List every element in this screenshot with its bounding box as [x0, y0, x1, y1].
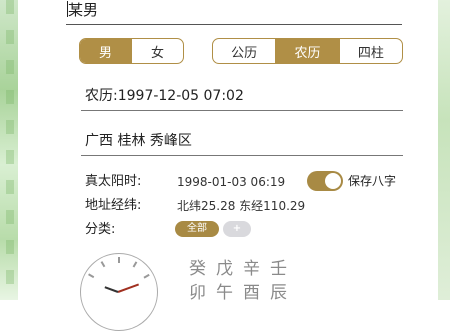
category-chip-all[interactable]: 全部 — [175, 221, 219, 237]
clock-tick — [88, 273, 95, 279]
calendar-option-solar[interactable]: 公历 — [213, 39, 277, 63]
birthplace-value: 广西 桂林 秀峰区 — [85, 133, 192, 149]
clock-tick — [143, 273, 150, 279]
category-label: 分类: — [85, 222, 116, 237]
gender-option-male[interactable]: 男 — [80, 39, 132, 63]
clock-tick — [118, 257, 120, 263]
bazi-stems-row: 癸戊辛壬 — [189, 258, 297, 280]
clock-dial — [80, 253, 158, 331]
calendar-option-lunar[interactable]: 农历 — [276, 39, 340, 63]
bazi-branches-row: 卯午酉辰 — [189, 282, 297, 304]
decorative-leaf-left — [0, 0, 18, 300]
save-bazi-toggle[interactable] — [307, 171, 343, 191]
coordinates-label: 地址经纬: — [85, 198, 142, 213]
lunar-date-value: 农历:1997-12-05 07:02 — [85, 88, 244, 104]
save-bazi-label: 保存八字 — [348, 174, 397, 188]
category-add-button[interactable]: + — [223, 221, 251, 237]
bazi-stem: 戊 — [216, 259, 233, 279]
true-solar-time-label: 真太阳时: — [85, 174, 142, 189]
gender-option-female[interactable]: 女 — [132, 39, 183, 63]
coordinates-value: 北纬25.28 东经110.29 — [177, 199, 306, 213]
true-solar-time-value: 1998-01-03 06:19 — [177, 175, 286, 189]
toggle-knob — [325, 173, 341, 189]
calendar-option-four-pillars[interactable]: 四柱 — [340, 39, 402, 63]
bazi-branch: 午 — [216, 283, 233, 303]
bazi-stem: 壬 — [270, 259, 287, 279]
decorative-leaf-right — [438, 0, 450, 300]
clock-hand — [117, 283, 140, 293]
clock-tick — [132, 261, 137, 268]
calendar-type-toggle: 公历 农历 四柱 — [212, 38, 403, 64]
birthplace-field[interactable]: 广西 桂林 秀峰区 — [81, 131, 403, 156]
birth-info-form: 某男 男 女 公历 农历 四柱 农历:1997-12-05 07:02 广西 桂… — [18, 0, 438, 331]
clock-hand — [104, 286, 119, 293]
clock-tick — [100, 261, 105, 268]
bazi-branch: 辰 — [270, 283, 287, 303]
name-value[interactable]: 某男 — [68, 0, 98, 20]
bazi-branch: 卯 — [189, 283, 206, 303]
bazi-stem: 辛 — [243, 259, 260, 279]
name-field[interactable]: 某男 — [66, 0, 402, 25]
bazi-branch: 酉 — [243, 283, 260, 303]
lunar-date-field[interactable]: 农历:1997-12-05 07:02 — [81, 86, 403, 111]
bazi-stem: 癸 — [189, 259, 206, 279]
gender-toggle: 男 女 — [79, 38, 184, 64]
